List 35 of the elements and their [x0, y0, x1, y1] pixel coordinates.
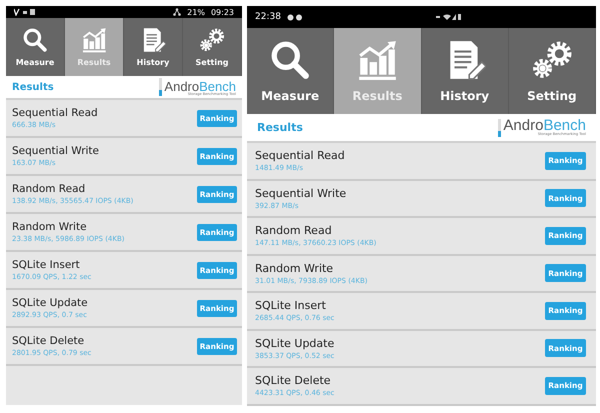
notification-icons [14, 8, 38, 16]
nav-tab[interactable]: Results [65, 18, 124, 76]
test-name: Sequential Read [255, 149, 345, 162]
test-name: SQLite Delete [12, 335, 86, 347]
test-name: Random Read [255, 224, 333, 238]
test-name: Sequential Read [12, 107, 98, 119]
bar-chart-icon [81, 27, 107, 53]
bar-chart-icon [356, 39, 398, 81]
section-title: Results [257, 121, 303, 134]
logo-wordmark: AndroBench [164, 80, 236, 92]
network-icon [173, 8, 182, 16]
status-time: 09:23 [210, 8, 234, 16]
search-icon [22, 27, 48, 53]
battery-level: 21% [187, 8, 205, 16]
test-name: SQLite Insert [12, 259, 81, 271]
gauge-icon [159, 78, 162, 96]
test-name: SQLite Update [12, 297, 88, 309]
status-time: 22:38 [255, 12, 281, 22]
test-name: SQLite Delete [255, 374, 332, 388]
test-name: Sequential Write [12, 145, 100, 157]
logo-wordmark: AndroBench [503, 118, 586, 134]
test-name: SQLite Update [255, 336, 334, 350]
gears-icon [530, 39, 573, 81]
test-name: Sequential Write [255, 186, 346, 200]
test-name: Random Write [12, 221, 88, 233]
nav-tab[interactable]: Results [334, 28, 422, 114]
test-name: SQLite Insert [255, 299, 327, 312]
signal-icons [436, 13, 462, 21]
notification-icons [286, 14, 305, 20]
section-title: Results [12, 82, 54, 92]
test-name: Random Read [12, 183, 86, 195]
test-name: Random Write [255, 262, 334, 275]
gauge-icon [498, 118, 502, 137]
gears-icon [199, 27, 225, 53]
search-icon [269, 39, 312, 81]
